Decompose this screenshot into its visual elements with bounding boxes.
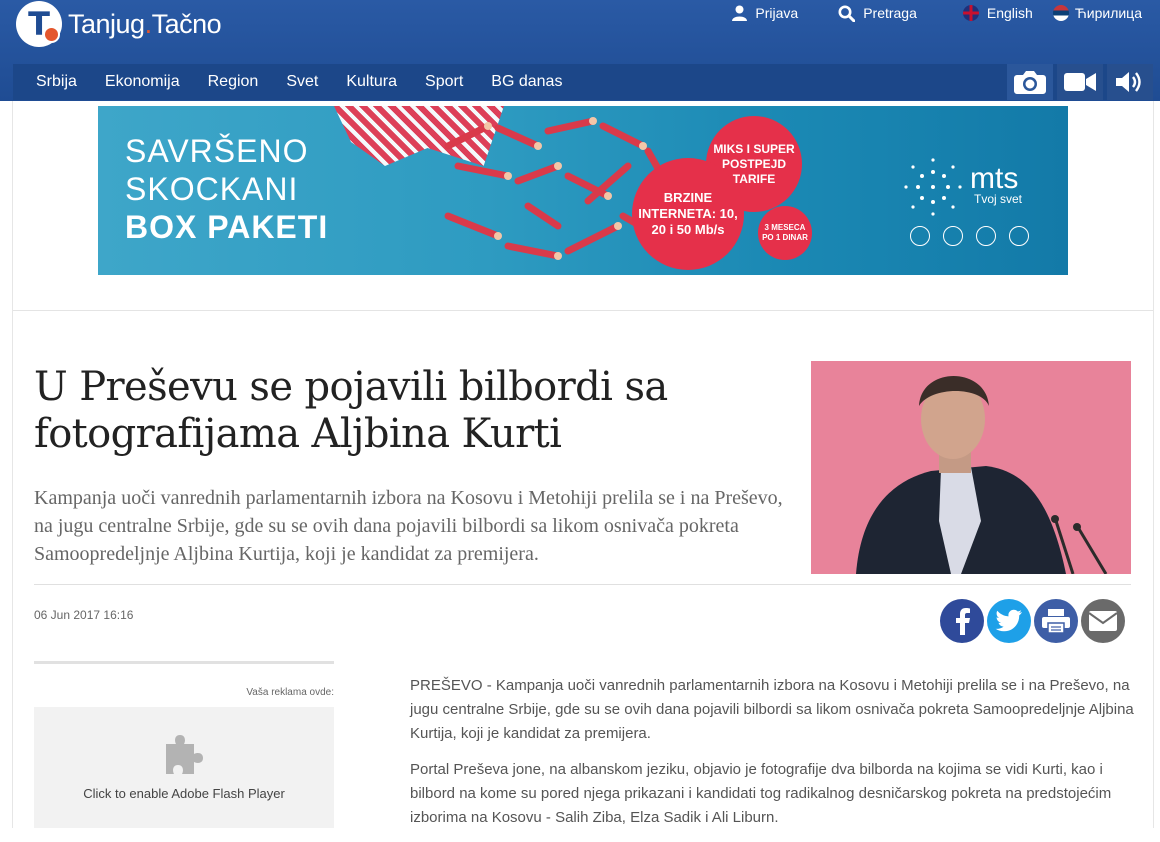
article-body: PREŠEVO - Kampanja uoči vanrednih parlam… xyxy=(410,674,1140,842)
puzzle-icon xyxy=(166,735,203,774)
article-lead: Kampanja uoči vanrednih parlamentarnih i… xyxy=(34,487,783,565)
audio-button[interactable] xyxy=(1107,64,1153,100)
article-paragraph: PREŠEVO - Kampanja uoči vanrednih parlam… xyxy=(410,677,1134,742)
camera-icon xyxy=(1014,71,1046,94)
video-icon xyxy=(1064,73,1096,91)
phone-icon xyxy=(943,226,963,246)
uk-flag-icon xyxy=(962,5,979,21)
banner-headline: SAVRŠENO SKOCKANI BOX PAKETI xyxy=(125,133,329,245)
serbia-flag-icon xyxy=(1052,5,1069,21)
logo-mark: T xyxy=(16,1,62,47)
nav-item-kultura[interactable]: Kultura xyxy=(332,73,411,91)
tv-icon xyxy=(1009,226,1029,246)
audio-icon xyxy=(1116,72,1141,92)
mobile-icon xyxy=(910,226,930,246)
sidebar-rule xyxy=(34,661,334,664)
article-photo[interactable] xyxy=(811,361,1131,574)
globe-icon xyxy=(43,26,60,43)
language-cyrillic[interactable]: Ћирилица xyxy=(1052,5,1142,21)
speed-badge: BRZINE INTERNETA: 10, 20 i 50 Mb/s xyxy=(632,158,744,270)
divider xyxy=(34,584,1131,585)
photo-gallery-button[interactable] xyxy=(1007,64,1053,100)
email-button[interactable] xyxy=(1081,599,1125,643)
article-paragraph: Portal Preševa jone, na albanskom jeziku… xyxy=(410,761,1112,826)
ad-label: Vaša reklama ovde: xyxy=(246,687,334,698)
share-twitter-button[interactable] xyxy=(987,599,1031,643)
share-buttons xyxy=(940,599,1128,643)
top-links: Prijava Pretraga English Ћирилица xyxy=(732,3,1142,23)
nav-item-srbija[interactable]: Srbija xyxy=(13,73,91,91)
article-date: 06 Jun 2017 16:16 xyxy=(34,608,134,622)
nav-item-region[interactable]: Region xyxy=(194,73,273,91)
video-button[interactable] xyxy=(1057,64,1103,100)
login-link[interactable]: Prijava xyxy=(732,5,798,21)
print-button[interactable] xyxy=(1034,599,1078,643)
main-nav: Srbija Ekonomija Region Svet Kultura Spo… xyxy=(13,64,1153,100)
user-icon xyxy=(732,5,748,21)
mts-tagline: Tvoj svet xyxy=(974,192,1023,206)
mts-brand: mts xyxy=(970,162,1019,195)
flash-placeholder[interactable]: Click to enable Adobe Flash Player xyxy=(34,707,334,828)
nav-items: Srbija Ekonomija Region Svet Kultura Spo… xyxy=(13,64,576,100)
logo-text: Tanjug.Tačno xyxy=(68,8,222,39)
article-title: U Preševu se pojavili bilbordi sa fotogr… xyxy=(34,364,668,457)
share-facebook-button[interactable] xyxy=(940,599,984,643)
promo-badge: 3 MESECA PO 1 DINAR xyxy=(758,206,812,260)
language-english[interactable]: English xyxy=(962,5,1033,21)
flash-enable-text: Click to enable Adobe Flash Player xyxy=(83,786,285,801)
divider xyxy=(13,310,1153,311)
nav-item-ekonomija[interactable]: Ekonomija xyxy=(91,73,194,91)
nav-item-svet[interactable]: Svet xyxy=(272,73,332,91)
media-buttons xyxy=(1003,64,1153,100)
search-icon xyxy=(838,5,856,22)
nav-item-bg-danas[interactable]: BG danas xyxy=(477,73,576,91)
print-icon xyxy=(1042,609,1070,634)
nav-item-sport[interactable]: Sport xyxy=(411,73,477,91)
search-link[interactable]: Pretraga xyxy=(838,5,917,22)
twitter-icon xyxy=(995,609,1022,632)
facebook-icon xyxy=(956,608,970,635)
site-logo[interactable]: T Tanjug.Tačno xyxy=(16,1,222,47)
internet-icon xyxy=(976,226,996,246)
site-header: T Tanjug.Tačno Prijava Pretraga English … xyxy=(0,0,1160,101)
banner-ad[interactable]: SAVRŠENO SKOCKANI BOX PAKETI MIKS I SUPE… xyxy=(98,106,1068,275)
mts-service-icons xyxy=(910,226,1042,246)
email-icon xyxy=(1088,611,1118,631)
